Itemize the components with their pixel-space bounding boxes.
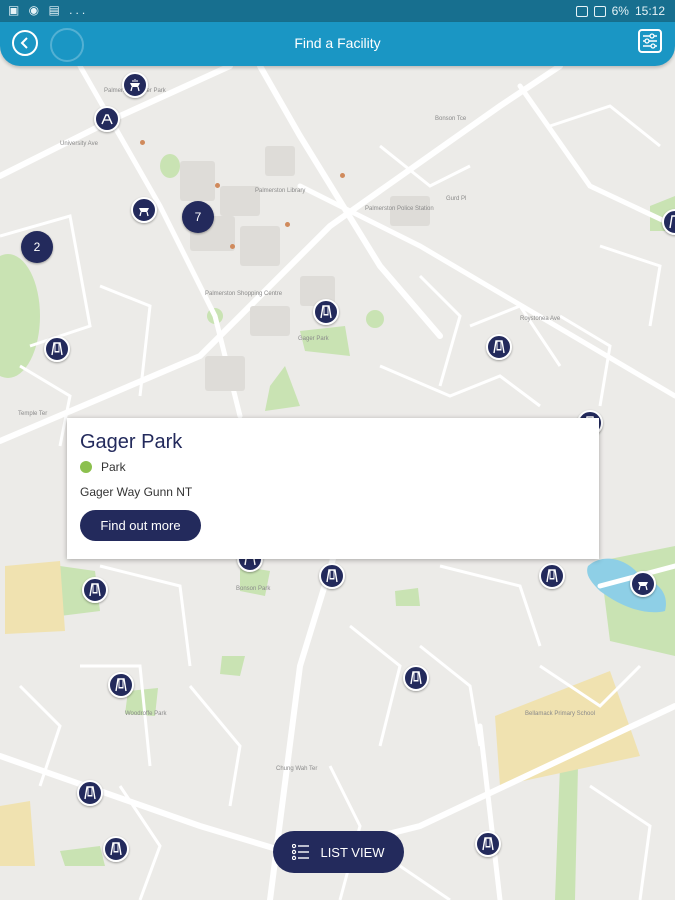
map-label: Palmerston Shopping Centre — [205, 291, 283, 297]
bbq-icon — [130, 79, 140, 92]
map-label: Palmerston Library — [255, 188, 306, 194]
water-slide-icon — [101, 114, 113, 125]
poi-marker — [340, 173, 345, 178]
poi-marker — [230, 244, 235, 249]
poi-marker — [140, 140, 145, 145]
signal-icon — [575, 5, 588, 17]
facility-pin-playground[interactable] — [475, 831, 501, 857]
map-label: Bonson Park — [236, 586, 271, 592]
facility-pin-playground[interactable] — [108, 672, 134, 698]
sliders-icon — [643, 33, 657, 49]
list-view-label: LIST VIEW — [320, 844, 385, 860]
facility-type: Park — [101, 460, 126, 474]
wifi-icon — [593, 5, 606, 17]
category-dot-icon — [80, 461, 92, 473]
swing-icon — [320, 305, 332, 319]
facility-info-card: Gager Park Park Gager Way Gunn NT Find o… — [67, 418, 599, 559]
bbq-icon — [638, 582, 648, 591]
poi-marker — [215, 183, 220, 188]
swing-icon — [546, 569, 558, 583]
facility-pin-playground[interactable] — [313, 299, 339, 325]
facility-pin-playground[interactable] — [103, 836, 129, 862]
facility-address: Gager Way Gunn NT — [80, 485, 193, 499]
facility-pin-playground[interactable] — [486, 334, 512, 360]
map-label: Temple Ter — [18, 411, 48, 417]
facility-pin-bbq[interactable] — [122, 72, 148, 98]
bbq-icon — [139, 208, 149, 217]
facility-pin-playground[interactable] — [539, 563, 565, 589]
poi-marker — [285, 222, 290, 227]
facility-pin-playground[interactable] — [44, 336, 70, 362]
clock: 15:12 — [634, 4, 665, 18]
map-label: Gurd Pl — [446, 196, 467, 202]
swing-icon — [115, 678, 127, 692]
swing-icon — [84, 786, 96, 800]
find-out-more-button[interactable]: Find out more — [80, 510, 201, 541]
swing-icon — [89, 583, 101, 597]
facility-pin-bbq[interactable] — [630, 571, 656, 597]
swing-icon — [493, 340, 505, 354]
status-bar: ▣ ◉ ▤ ... 6% 15:12 — [0, 0, 675, 22]
map-label: Palmerston Police Station — [365, 206, 434, 212]
cluster-marker[interactable]: 2 — [21, 231, 53, 263]
facility-pin-bbq[interactable] — [131, 197, 157, 223]
facility-pin-playground[interactable] — [77, 780, 103, 806]
swing-icon — [51, 342, 63, 356]
map-label: Bellamack Primary School — [525, 711, 596, 717]
facility-pin-playground[interactable] — [319, 563, 345, 589]
status-indicators: 6% 15:12 — [575, 4, 665, 18]
swing-icon — [410, 671, 422, 685]
map-label: Woodroffe Park — [125, 711, 167, 717]
map-label: Roystonea Ave — [520, 316, 561, 322]
map-label: Bonson Tce — [435, 116, 467, 122]
list-icon — [292, 844, 310, 860]
map-label: Chung Wah Ter — [276, 766, 318, 772]
swing-icon — [482, 837, 494, 851]
battery-level: 6% — [611, 4, 629, 18]
map-label: University Ave — [60, 141, 98, 147]
list-view-button[interactable]: LIST VIEW — [273, 831, 404, 873]
app-header: Find a Facility — [0, 22, 675, 66]
notification-icons: ▣ ◉ ▤ ... — [8, 3, 89, 17]
facility-name: Gager Park — [80, 431, 183, 453]
page-title: Find a Facility — [294, 35, 381, 51]
swing-icon — [326, 569, 338, 583]
facility-pin-playground[interactable] — [82, 577, 108, 603]
map-label: Gager Park — [298, 336, 329, 342]
swing-icon — [669, 215, 675, 229]
cluster-marker[interactable]: 7 — [182, 201, 214, 233]
filter-button[interactable] — [638, 29, 662, 53]
facility-pin-water[interactable] — [94, 106, 120, 132]
facility-pin-playground[interactable] — [403, 665, 429, 691]
swing-icon — [110, 842, 122, 856]
